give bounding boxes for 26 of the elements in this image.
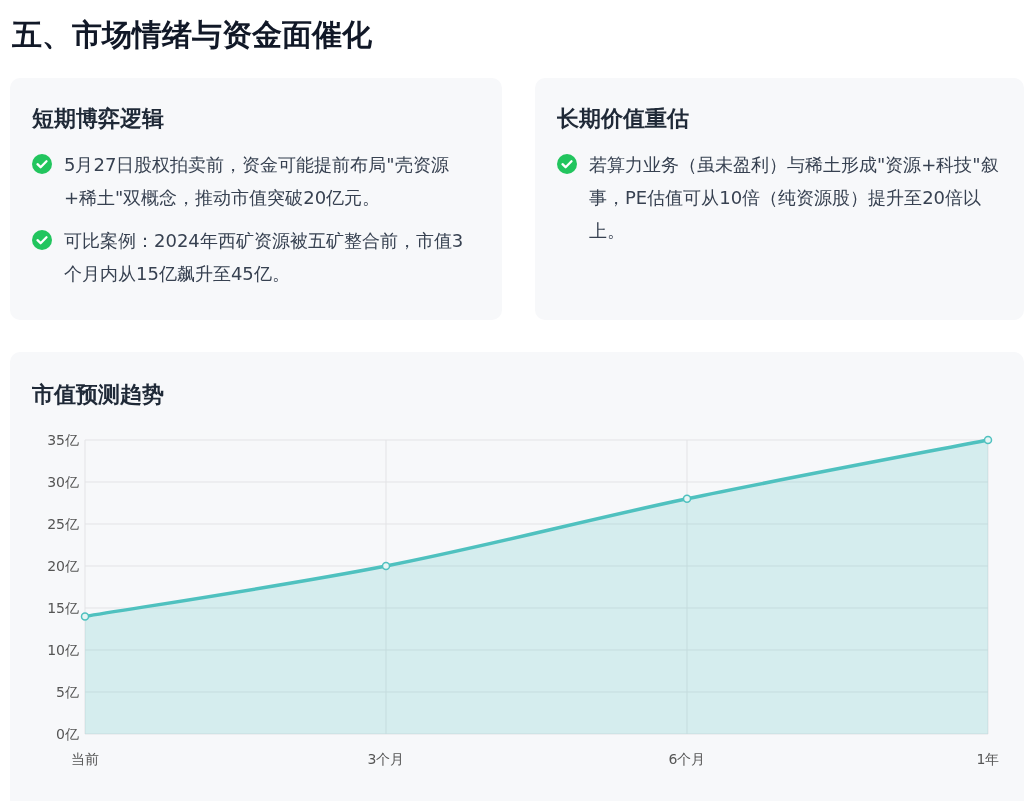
x-axis-label: 1年 (976, 751, 1000, 767)
point (983, 435, 993, 445)
point (682, 494, 692, 504)
y-axis-label: 35亿 (47, 432, 79, 448)
y-axis-label: 30亿 (47, 474, 79, 490)
bullet-text: 5月27日股权拍卖前，资金可能提前布局"壳资源+稀土"双概念，推动市值突破20亿元。 (64, 153, 450, 210)
y-axis-label: 15亿 (47, 600, 79, 616)
y-axis-label: 25亿 (47, 516, 79, 532)
section-heading: 五、市场情绪与资金面催化 (12, 16, 373, 54)
bullet-text: 可比案例：2024年西矿资源被五矿整合前，市值3个月内从15亿飙升至45亿。 (64, 229, 465, 286)
y-axis-label: 20亿 (47, 558, 79, 574)
bullet-text: 若算力业务（虽未盈利）与稀土形成"资源+科技"叙事，PE估值可从10倍（纯资源股）提升至20倍以上。 (589, 153, 1000, 243)
y-axis-label: 0亿 (56, 726, 79, 742)
y-axis-label: 5亿 (56, 684, 79, 700)
x-axis-label: 6个月 (668, 751, 706, 767)
chart-title: 市值预测趋势 (32, 381, 165, 409)
x-axis-label: 当前 (71, 751, 99, 767)
point (80, 612, 90, 621)
y-axis-label: 10亿 (47, 642, 79, 658)
x-axis-label: 3个月 (367, 751, 405, 767)
card-title: 短期博弈逻辑 (32, 105, 165, 133)
card-title: 长期价值重估 (557, 105, 690, 133)
check-circle-icon (32, 154, 52, 174)
point (381, 561, 391, 571)
check-circle-icon (32, 230, 52, 250)
check-circle-icon (557, 154, 577, 174)
